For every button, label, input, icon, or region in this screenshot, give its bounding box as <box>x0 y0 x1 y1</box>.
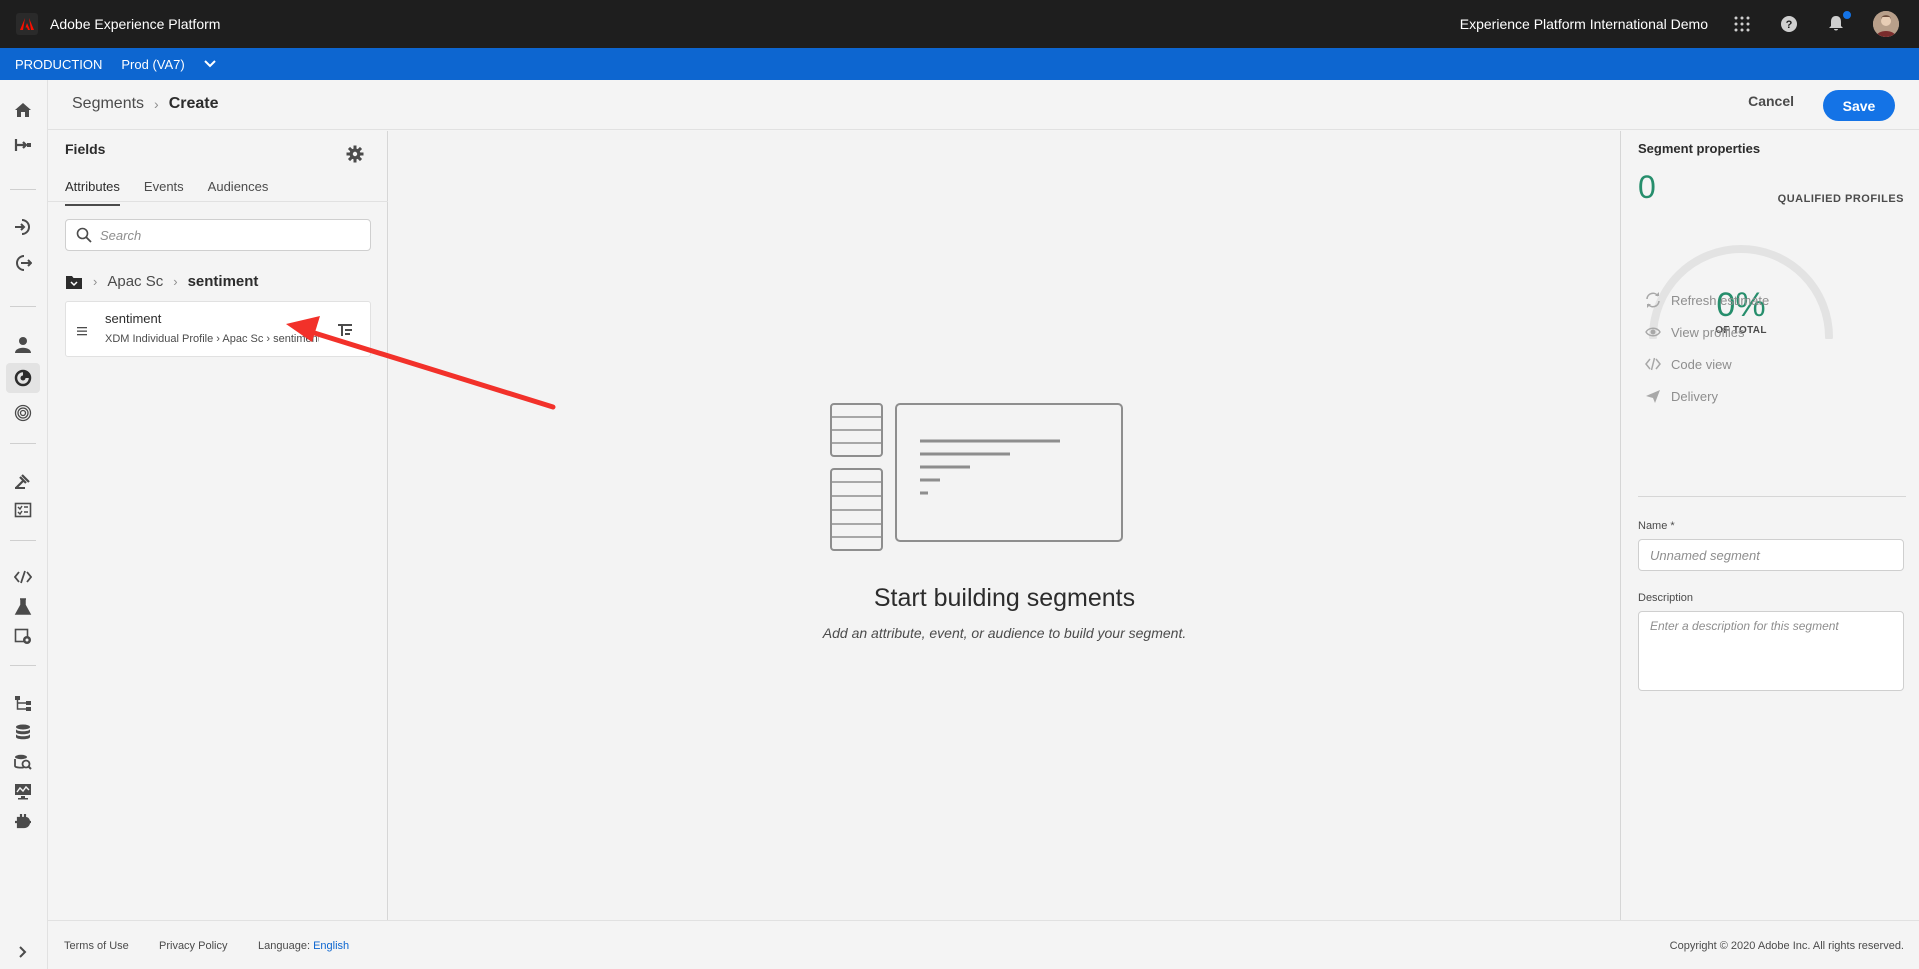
refresh-estimate-label: Refresh estimate <box>1671 292 1770 308</box>
field-item-path: XDM Individual Profile › Apac Sc › senti… <box>105 333 319 345</box>
breadcrumb-current: Create <box>168 95 219 112</box>
path-item-apac-sc[interactable]: Apac Sc <box>107 273 163 290</box>
language-value[interactable]: English <box>313 940 349 952</box>
gear-icon[interactable] <box>346 145 364 163</box>
fields-panel: Fields Attributes Events Audiences › Apa… <box>48 131 388 920</box>
dashboards-icon[interactable] <box>12 780 34 802</box>
apps-grid-icon[interactable] <box>1732 14 1752 34</box>
policies-icon[interactable] <box>12 470 34 492</box>
svg-text:?: ? <box>1786 19 1793 31</box>
monitoring-icon[interactable] <box>12 751 34 773</box>
name-field-label: Name * <box>1638 520 1675 532</box>
expand-rail-icon[interactable] <box>16 945 30 959</box>
language-label: Language: <box>258 940 310 952</box>
refresh-icon <box>1645 292 1661 308</box>
segments-icon[interactable] <box>6 363 40 393</box>
save-button[interactable]: Save <box>1823 90 1895 121</box>
segment-name-input[interactable] <box>1638 539 1904 571</box>
workflows-icon[interactable] <box>12 134 34 156</box>
sources-icon[interactable] <box>12 216 34 238</box>
code-view-label: Code view <box>1671 356 1732 372</box>
folder-icon[interactable] <box>65 274 83 290</box>
eye-icon <box>1645 324 1661 340</box>
breadcrumb-segments[interactable]: Segments <box>72 95 144 113</box>
avatar[interactable] <box>1873 11 1899 37</box>
qualified-profiles-count: 0 <box>1638 169 1656 205</box>
datasets-icon[interactable] <box>12 721 34 743</box>
view-profiles-label: View profiles <box>1671 324 1745 340</box>
drag-handle-icon[interactable] <box>76 324 88 336</box>
sandboxes-icon[interactable] <box>12 625 34 647</box>
footer: Terms of Use Privacy Policy Language: En… <box>48 920 1919 969</box>
adobe-logo-icon <box>16 13 38 35</box>
left-nav-rail <box>0 80 48 969</box>
field-details-icon[interactable] <box>336 321 354 339</box>
home-icon[interactable] <box>12 99 34 121</box>
fields-title: Fields <box>65 141 106 157</box>
terms-of-use-link[interactable]: Terms of Use <box>64 940 129 952</box>
properties-divider <box>1638 496 1906 497</box>
brand[interactable]: Adobe Experience Platform <box>16 13 220 35</box>
field-item-name: sentiment <box>105 311 162 326</box>
view-profiles-action[interactable]: View profiles <box>1645 324 1744 340</box>
segment-description-input[interactable] <box>1638 611 1904 691</box>
environment-bar: PRODUCTION Prod (VA7) <box>0 48 1919 80</box>
breadcrumb-separator-icon: › <box>154 96 159 112</box>
description-field-label: Description <box>1638 592 1694 604</box>
language-selector[interactable]: Language: English <box>258 940 349 952</box>
empty-state-subtitle: Add an attribute, event, or audience to … <box>822 625 1187 641</box>
empty-state-title: Start building segments <box>873 584 1136 612</box>
help-icon[interactable]: ? <box>1779 14 1799 34</box>
delivery-action[interactable]: Delivery <box>1645 388 1718 404</box>
top-bar: Adobe Experience Platform Experience Pla… <box>0 0 1919 48</box>
profiles-icon[interactable] <box>12 334 34 356</box>
cancel-button[interactable]: Cancel <box>1748 93 1794 109</box>
qualified-profiles-label: QUALIFIED PROFILES <box>1777 193 1904 205</box>
schemas-icon[interactable] <box>12 499 34 521</box>
environment-label: PRODUCTION <box>15 56 103 72</box>
path-item-current: sentiment <box>187 273 259 290</box>
segment-properties-panel: Segment properties 0 QUALIFIED PROFILES … <box>1620 131 1919 920</box>
field-item[interactable]: sentiment XDM Individual Profile › Apac … <box>65 301 371 357</box>
chevron-down-icon[interactable] <box>204 60 216 68</box>
org-switcher[interactable]: Experience Platform International Demo <box>1460 16 1708 32</box>
code-view-action[interactable]: Code view <box>1645 356 1732 372</box>
delivery-label: Delivery <box>1671 388 1718 404</box>
send-icon <box>1645 388 1661 404</box>
refresh-estimate-action[interactable]: Refresh estimate <box>1645 292 1769 308</box>
breadcrumb: Segments › Create <box>72 95 219 113</box>
notification-badge <box>1842 10 1852 20</box>
sandbox-switcher[interactable]: Prod (VA7) <box>121 57 184 72</box>
queries-icon[interactable] <box>12 566 34 588</box>
page-header: Segments › Create Cancel Save <box>48 80 1919 130</box>
empty-state-illustration <box>830 403 1123 551</box>
path-separator-icon: › <box>173 274 178 289</box>
search-input[interactable] <box>100 227 360 243</box>
code-icon <box>1645 356 1661 372</box>
copyright: Copyright © 2020 Adobe Inc. All rights r… <box>1669 940 1904 952</box>
search-icon <box>76 227 92 243</box>
bell-icon[interactable] <box>1826 10 1852 34</box>
app-name: Adobe Experience Platform <box>50 16 221 32</box>
data-governance-icon[interactable] <box>12 692 34 714</box>
identities-icon[interactable] <box>12 402 34 424</box>
privacy-policy-link[interactable]: Privacy Policy <box>159 940 227 952</box>
segment-canvas[interactable]: Start building segments Add an attribute… <box>389 131 1620 920</box>
destinations-icon[interactable] <box>12 252 34 274</box>
plugins-icon[interactable] <box>12 809 34 831</box>
path-separator-icon: › <box>93 274 98 289</box>
tabs-divider <box>48 201 388 202</box>
notebooks-icon[interactable] <box>12 596 34 618</box>
field-path-breadcrumb: › Apac Sc › sentiment <box>65 273 258 290</box>
properties-title: Segment properties <box>1638 141 1761 156</box>
search-field <box>65 219 371 251</box>
